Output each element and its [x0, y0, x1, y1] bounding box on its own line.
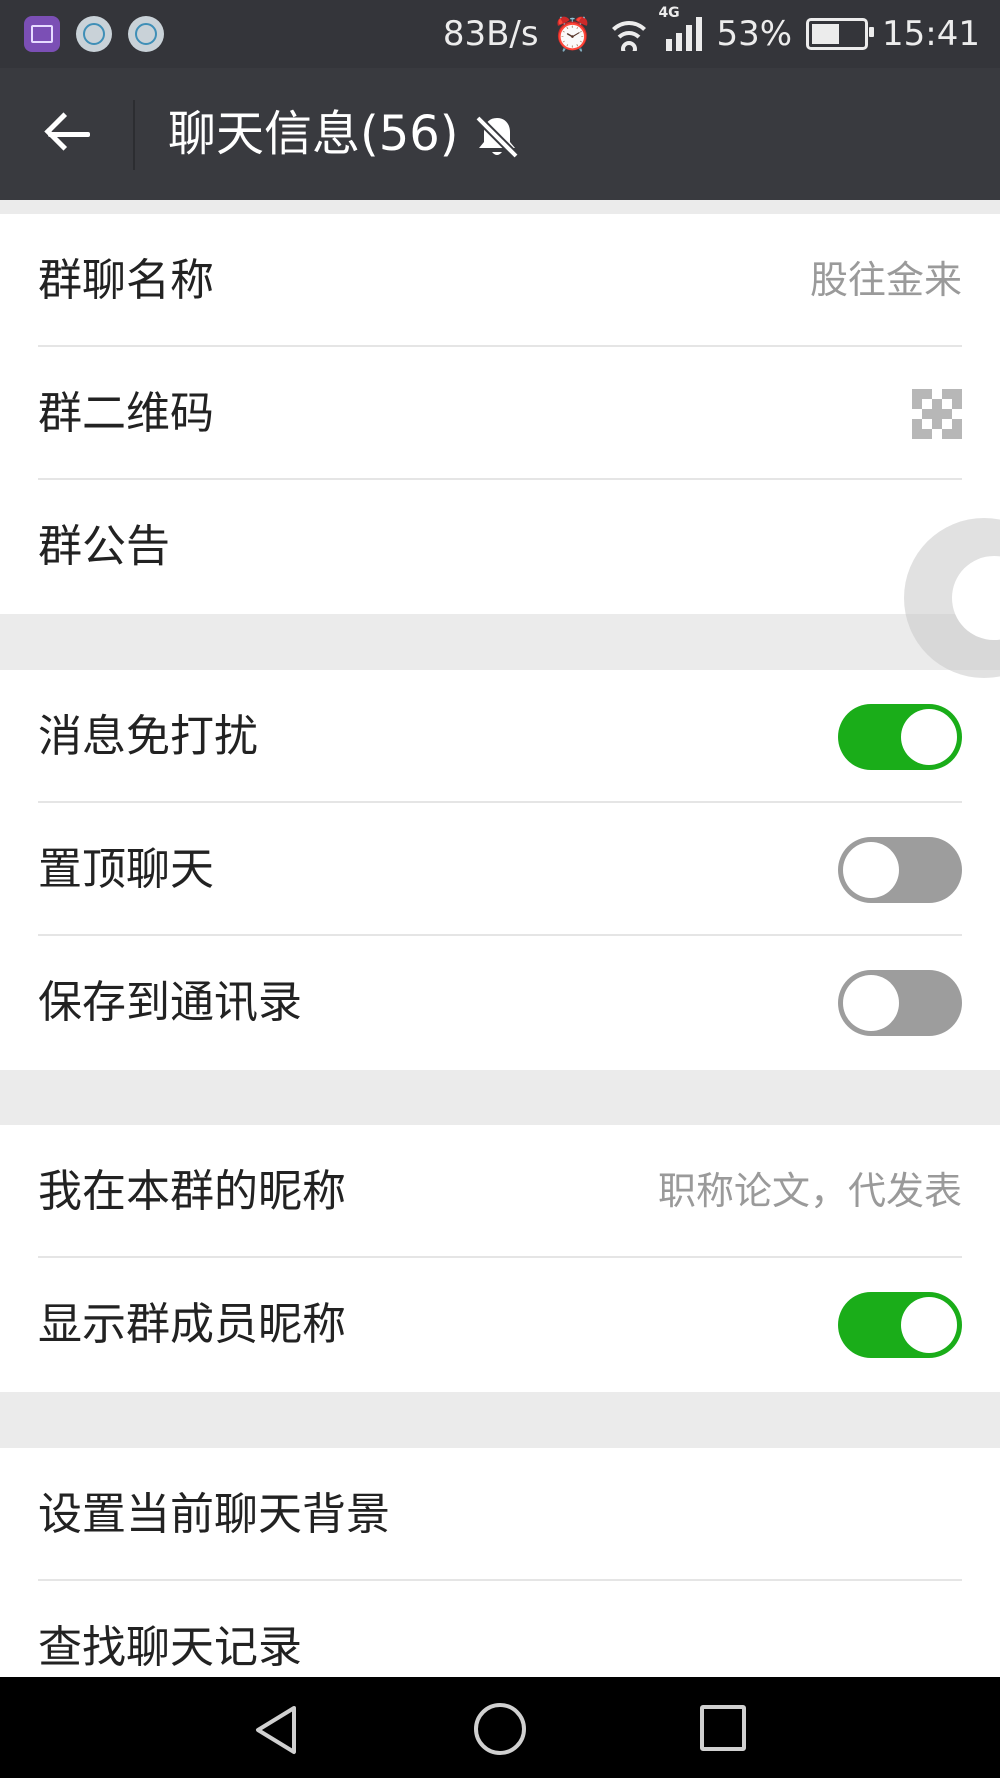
nav-home-icon[interactable]	[474, 1703, 526, 1755]
row-label: 保存到通讯录	[38, 977, 302, 1028]
nickname-settings-section: 我在本群的昵称 职称论文，代发表 显示群成员昵称	[0, 1125, 1000, 1392]
my-group-nickname-row[interactable]: 我在本群的昵称 职称论文，代发表	[0, 1125, 1000, 1258]
row-label: 群聊名称	[38, 255, 214, 306]
app-notification-icon	[76, 16, 112, 52]
row-label: 查找聊天记录	[38, 1622, 302, 1673]
clock: 15:41	[882, 14, 980, 54]
group-name-value: 股往金来	[809, 258, 962, 302]
back-arrow-icon[interactable]	[40, 106, 96, 162]
page-title: 聊天信息(56)	[168, 106, 459, 162]
group-qr-code-row[interactable]: 群二维码	[0, 347, 1000, 480]
alarm-icon: ⏰	[552, 15, 593, 53]
group-settings-section: 群聊名称 股往金来 群二维码 群公告	[0, 214, 1000, 614]
chat-tools-section: 设置当前聊天背景 查找聊天记录	[0, 1448, 1000, 1677]
network-speed: 83B/s	[442, 14, 539, 54]
network-type: 4G	[658, 5, 680, 21]
bell-off-icon	[475, 115, 519, 159]
sticky-chat-toggle[interactable]	[838, 837, 962, 903]
nav-back-icon[interactable]	[252, 1704, 300, 1756]
group-name-row[interactable]: 群聊名称 股往金来	[0, 214, 1000, 347]
show-member-nicknames-toggle[interactable]	[838, 1292, 962, 1358]
battery-percent: 53%	[716, 14, 793, 54]
app-notification-icon	[128, 16, 164, 52]
title-divider	[133, 100, 135, 170]
my-nickname-value: 职称论文，代发表	[657, 1169, 962, 1213]
row-label: 我在本群的昵称	[38, 1166, 346, 1217]
system-indicators: 83B/s ⏰ 4G 53% 15:41	[442, 5, 980, 56]
system-nav-bar	[0, 1677, 1000, 1778]
row-label: 显示群成员昵称	[38, 1299, 346, 1350]
status-bar: 83B/s ⏰ 4G 53% 15:41	[0, 0, 1000, 68]
battery-icon	[806, 18, 875, 50]
row-label: 群二维码	[38, 388, 214, 439]
search-chat-history-row[interactable]: 查找聊天记录	[0, 1581, 1000, 1677]
row-label: 群公告	[38, 521, 170, 572]
chat-background-row[interactable]: 设置当前聊天背景	[0, 1448, 1000, 1581]
nav-recents-icon[interactable]	[700, 1705, 746, 1751]
wifi-icon	[606, 17, 653, 51]
notification-icons	[24, 16, 164, 52]
mute-notifications-toggle[interactable]	[838, 704, 962, 770]
cell-signal-icon: 4G	[658, 5, 703, 51]
qr-code-icon	[912, 389, 962, 439]
sticky-chat-row: 置顶聊天	[0, 803, 1000, 936]
gallery-icon	[24, 16, 60, 52]
mute-notifications-row: 消息免打扰	[0, 670, 1000, 803]
row-label: 消息免打扰	[38, 711, 258, 762]
title-bar: 聊天信息(56)	[0, 68, 1000, 200]
chat-info-list: 群聊名称 股往金来 群二维码 群公告 消息免打扰 置顶聊天 保存到通讯录 我在本…	[0, 200, 1000, 1677]
notification-settings-section: 消息免打扰 置顶聊天 保存到通讯录	[0, 670, 1000, 1070]
row-label: 设置当前聊天背景	[38, 1489, 390, 1540]
save-to-contacts-toggle[interactable]	[838, 970, 962, 1036]
row-label: 置顶聊天	[38, 844, 214, 895]
group-announcement-row[interactable]: 群公告	[0, 480, 1000, 613]
show-member-nicknames-row: 显示群成员昵称	[0, 1258, 1000, 1391]
save-to-contacts-row: 保存到通讯录	[0, 936, 1000, 1069]
